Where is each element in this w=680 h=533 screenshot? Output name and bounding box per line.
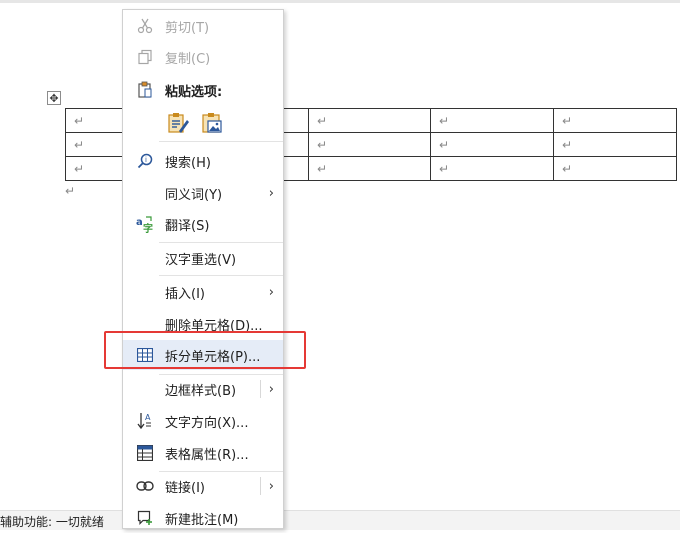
- svg-text:字: 字: [143, 222, 153, 233]
- menu-item-border-style[interactable]: 边框样式(B) ›: [123, 374, 283, 404]
- menu-item-label: 新建批注(M): [165, 512, 239, 528]
- menu-item-table-properties[interactable]: 表格属性(R)...: [123, 438, 283, 468]
- menu-item-label: 链接(I): [165, 480, 205, 496]
- split-button-divider: [260, 380, 261, 398]
- document-canvas[interactable]: ✥ ↵ ↵ ↵ ↵ ↵ ↵ ↵ ↵ ↵ ↵ ↵ ↵ ↵: [0, 0, 680, 510]
- annotation-highlight-box: [104, 331, 306, 369]
- menu-separator: [159, 141, 283, 142]
- menu-item-label: 边框样式(B): [165, 383, 237, 399]
- new-comment-icon: [136, 509, 154, 527]
- link-icon: [136, 477, 154, 495]
- paste-picture-icon[interactable]: [199, 110, 225, 136]
- menu-item-cut[interactable]: 剪切(T): [123, 11, 283, 41]
- table-cell[interactable]: ↵: [553, 156, 677, 181]
- menu-item-label: 翻译(S): [165, 218, 210, 234]
- paragraph-mark: ↵: [65, 184, 76, 198]
- table-cell[interactable]: ↵: [430, 108, 554, 133]
- copy-icon: [136, 48, 154, 66]
- table-cell[interactable]: ↵: [308, 108, 431, 133]
- table-cell[interactable]: ↵: [308, 156, 431, 181]
- table-cell[interactable]: ↵: [430, 156, 554, 181]
- svg-text:A: A: [145, 413, 151, 422]
- text-direction-icon: A: [136, 412, 154, 430]
- table-cell[interactable]: ↵: [430, 132, 554, 157]
- split-button-divider: [260, 477, 261, 495]
- svg-text:a: a: [136, 217, 143, 228]
- context-menu: 剪切(T) 复制(C) 粘贴选项: i 搜索(H) 同义词(Y) › a字 翻译…: [122, 9, 284, 529]
- paste-keep-formatting-icon[interactable]: [165, 110, 191, 136]
- menu-item-label: 同义词(Y): [165, 187, 223, 203]
- menu-item-label: 粘贴选项:: [165, 84, 223, 100]
- chevron-right-icon: ›: [268, 284, 274, 300]
- menu-item-label: 搜索(H): [165, 155, 211, 171]
- clipboard-icon: [136, 81, 154, 99]
- svg-text:i: i: [145, 156, 147, 164]
- table-cell[interactable]: ↵: [553, 108, 677, 133]
- menu-separator: [159, 275, 283, 276]
- menu-item-label: 汉字重选(V): [165, 252, 237, 268]
- menu-item-synonyms[interactable]: 同义词(Y) ›: [123, 178, 283, 208]
- table-properties-icon: [136, 444, 154, 462]
- table-move-handle[interactable]: ✥: [47, 91, 61, 105]
- scissors-icon: [136, 17, 154, 35]
- menu-item-link[interactable]: 链接(I) ›: [123, 471, 283, 501]
- menu-item-label: 剪切(T): [165, 20, 210, 36]
- menu-item-insert[interactable]: 插入(I) ›: [123, 277, 283, 307]
- menu-item-label: 文字方向(X)...: [165, 415, 249, 431]
- translate-icon: a字: [136, 215, 154, 233]
- chevron-right-icon[interactable]: ›: [269, 479, 274, 494]
- status-bar: 辅助功能: 一切就绪: [0, 510, 680, 530]
- search-icon: i: [136, 152, 154, 170]
- menu-item-search[interactable]: i 搜索(H): [123, 146, 283, 176]
- table-cell[interactable]: ↵: [65, 132, 126, 157]
- table-cell[interactable]: ↵: [65, 108, 126, 133]
- paste-options-header: 粘贴选项:: [123, 75, 283, 105]
- paste-options-row: [165, 110, 225, 140]
- chevron-right-icon[interactable]: ›: [269, 382, 274, 397]
- chevron-right-icon: ›: [268, 185, 274, 201]
- menu-item-hanzi-reselect[interactable]: 汉字重选(V): [123, 243, 283, 273]
- table-cell[interactable]: ↵: [65, 156, 126, 181]
- menu-item-copy[interactable]: 复制(C): [123, 42, 283, 72]
- table-cell[interactable]: ↵: [308, 132, 431, 157]
- menu-item-text-direction[interactable]: A 文字方向(X)...: [123, 406, 283, 436]
- menu-item-label: 插入(I): [165, 286, 205, 302]
- menu-item-label: 复制(C): [165, 51, 211, 67]
- table-cell[interactable]: ↵: [553, 132, 677, 157]
- menu-item-translate[interactable]: a字 翻译(S): [123, 209, 283, 239]
- menu-item-label: 表格属性(R)...: [165, 447, 249, 463]
- accessibility-status[interactable]: 辅助功能: 一切就绪: [0, 513, 104, 530]
